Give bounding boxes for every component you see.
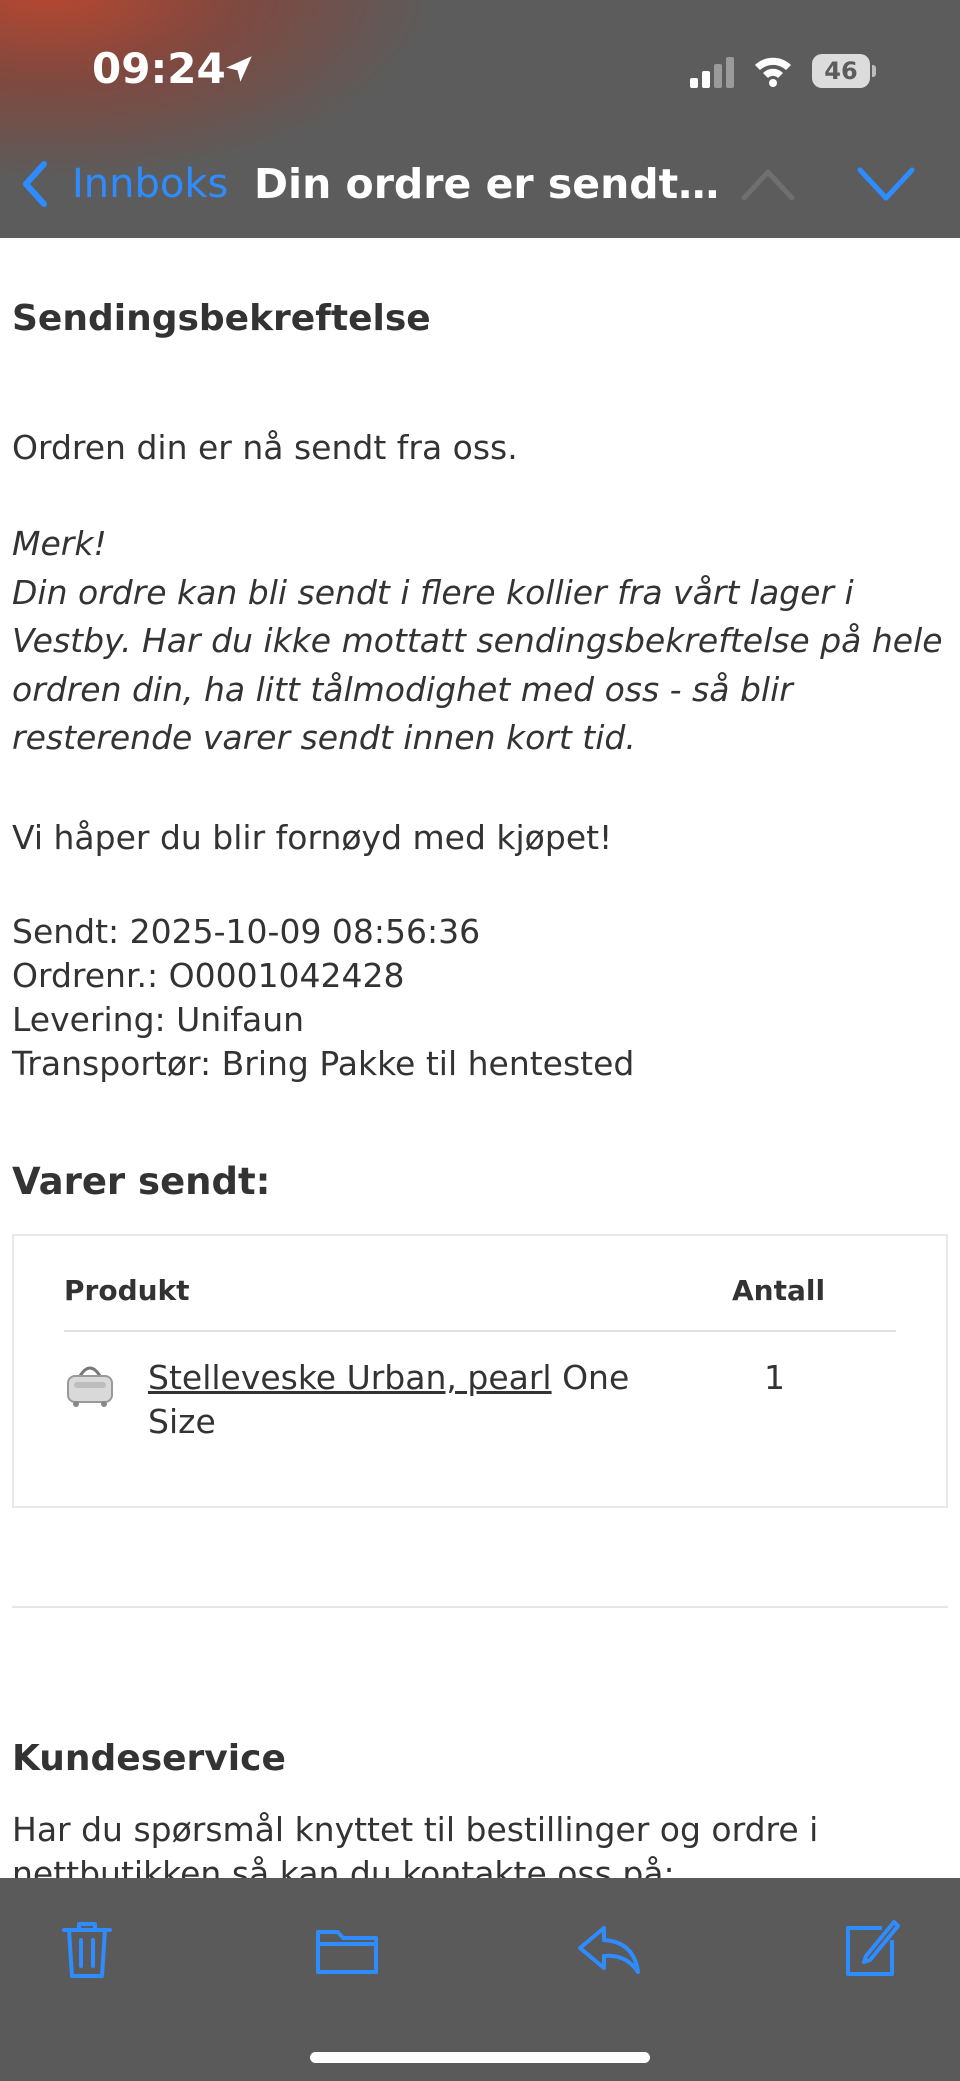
bottom-toolbar — [0, 1878, 960, 2081]
product-quantity: 1 — [764, 1358, 785, 1397]
note-title: Merk! — [12, 524, 107, 563]
email-heading: Sendingsbekreftelse — [12, 298, 431, 339]
status-time: 09:24 — [92, 44, 226, 93]
email-content[interactable]: Sendingsbekreftelse Ordren din er nå sen… — [12, 238, 948, 1878]
home-indicator[interactable] — [310, 2052, 650, 2063]
battery-icon: 46 — [812, 54, 876, 88]
note-body: Din ordre kan bli sendt i flere kollier … — [12, 572, 943, 758]
column-header-quantity: Antall — [732, 1274, 826, 1307]
product-thumbnail — [67, 1366, 113, 1407]
column-header-product: Produkt — [64, 1274, 190, 1307]
chevron-left-icon — [23, 161, 47, 207]
compose-icon[interactable] — [836, 1914, 906, 1984]
trash-icon[interactable] — [52, 1914, 122, 1984]
chevron-up-icon[interactable] — [740, 164, 796, 204]
folder-icon[interactable] — [312, 1914, 382, 1984]
back-label: Innboks — [72, 161, 229, 207]
battery-level: 46 — [812, 54, 870, 88]
shipment-info: Sendt: 2025-10-09 08:56:36 Ordrenr.: O00… — [12, 910, 634, 1086]
chevron-down-icon[interactable] — [856, 164, 916, 204]
battery-cap — [872, 65, 876, 77]
navigation-header: 09:24 46 Innboks Din ordre er sendt - B.… — [0, 0, 960, 238]
product-link[interactable]: Stelleveske Urban, pearl — [148, 1358, 552, 1397]
table-header: Produkt Antall — [64, 1274, 896, 1332]
product-name: Stelleveske Urban, pearl One Size — [148, 1356, 648, 1444]
service-text: Har du spørsmål knyttet til bestillinger… — [12, 1810, 819, 1878]
delivery-method: Levering: Unifaun — [12, 1000, 305, 1039]
note-block: Merk! Din ordre kan bli sendt i flere ko… — [12, 520, 948, 763]
carrier: Transportør: Bring Pakke til hentested — [12, 1044, 635, 1083]
items-table: Produkt Antall Stelleveske Urban, pearl … — [12, 1234, 948, 1508]
hope-text: Vi håper du blir fornøyd med kjøpet! — [12, 818, 613, 857]
wifi-icon — [755, 57, 791, 87]
table-row: Stelleveske Urban, pearl One Size 1 — [64, 1356, 896, 1476]
cellular-signal-icon — [690, 57, 734, 88]
intro-text: Ordren din er nå sendt fra oss. — [12, 428, 518, 467]
service-heading: Kundeservice — [12, 1738, 286, 1779]
order-number: Ordrenr.: O0001042428 — [12, 956, 405, 995]
location-arrow-icon — [226, 56, 252, 82]
reply-icon[interactable] — [574, 1914, 644, 1984]
sent-date: Sendt: 2025-10-09 08:56:36 — [12, 912, 481, 951]
divider — [12, 1606, 948, 1608]
email-subject-title: Din ordre er sendt - B... — [254, 160, 724, 208]
back-button[interactable]: Innboks — [18, 158, 228, 210]
items-heading: Varer sendt: — [12, 1160, 271, 1203]
